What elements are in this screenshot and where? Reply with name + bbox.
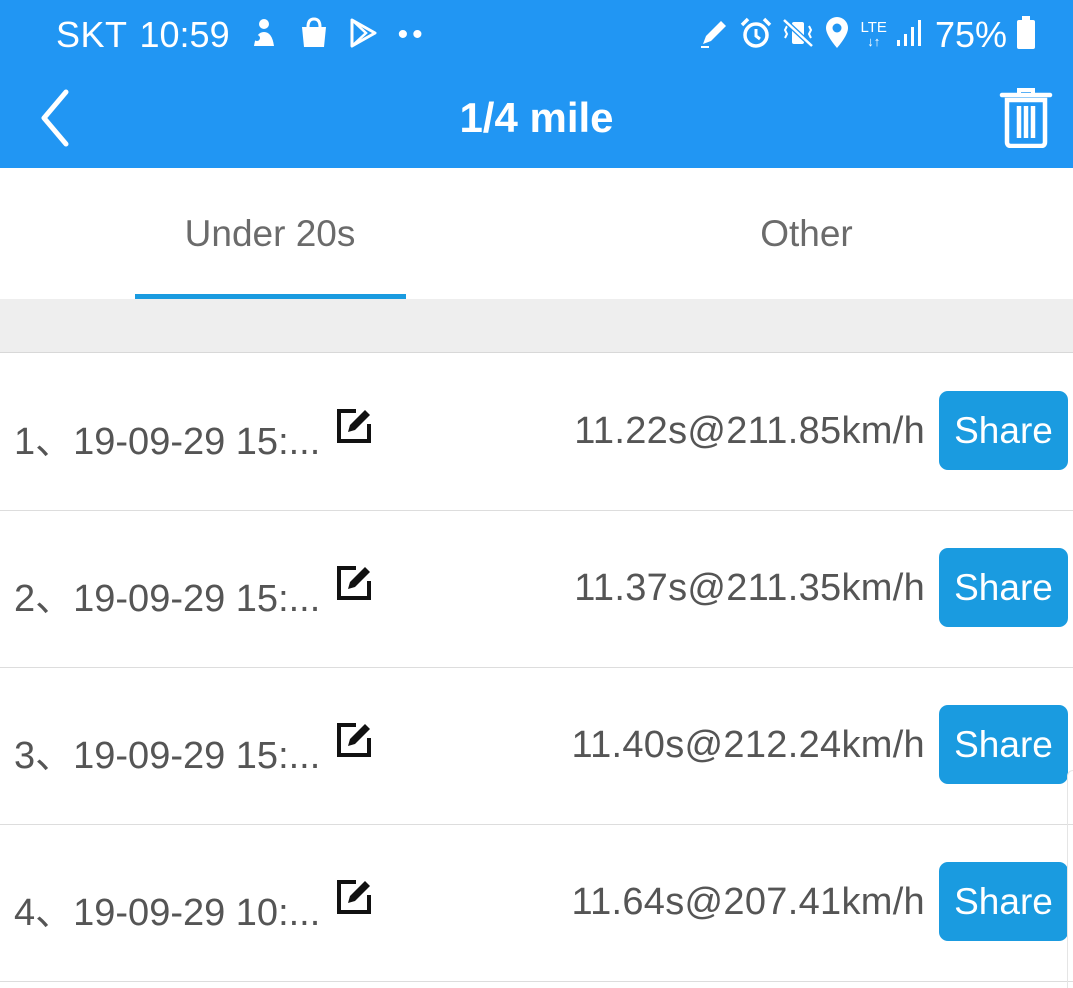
status-bar-right: LTE ↓↑ 75% [689, 12, 1037, 58]
vibrate-mute-icon [781, 16, 815, 55]
record-label: 2、19-09-29 15:... [14, 578, 321, 620]
play-store-icon [348, 17, 378, 54]
tab-other[interactable]: Other [540, 168, 1073, 299]
status-bar-left: SKT 10:59 •• [56, 12, 427, 58]
more-notifications-icon: •• [397, 18, 427, 51]
list-header-spacer [0, 299, 1073, 353]
signal-icon [895, 18, 925, 53]
edit-icon[interactable] [334, 406, 374, 446]
record-result: 11.40s@212.24km/h [571, 724, 925, 766]
tab-under-20s[interactable]: Under 20s [0, 168, 540, 299]
pen-icon [697, 16, 731, 55]
record-label: 3、19-09-29 15:... [14, 735, 321, 777]
page-title: 1/4 mile [459, 94, 614, 141]
share-button[interactable]: Share [939, 705, 1068, 784]
lte-indicator: LTE ↓↑ [861, 20, 887, 49]
tab-bar: Under 20s Other [0, 168, 1073, 299]
list-item[interactable]: 2、19-09-29 15:... 11.37s@211.35km/h Shar… [0, 511, 1073, 668]
data-arrows-icon: ↓↑ [867, 34, 881, 49]
share-button[interactable]: Share [939, 862, 1068, 941]
status-bar: SKT 10:59 •• LTE ↓↑ 75% [0, 0, 1073, 68]
edit-icon[interactable] [334, 877, 374, 917]
delete-button[interactable] [999, 86, 1053, 149]
list-item[interactable]: 3、19-09-29 15:... 11.40s@212.24km/h Shar… [0, 668, 1073, 825]
record-result: 11.37s@211.35km/h [574, 567, 925, 609]
record-result: 11.22s@211.85km/h [574, 410, 925, 452]
share-button[interactable]: Share [939, 548, 1068, 627]
record-label: 4、19-09-29 10:... [14, 892, 321, 934]
trash-icon [999, 88, 1053, 149]
records-list: 1、19-09-29 15:... 11.22s@211.85km/h Shar… [0, 354, 1073, 982]
battery-percentage: 75% [934, 14, 1007, 55]
clock: 10:59 [139, 14, 230, 55]
carrier-label: SKT [56, 14, 128, 55]
location-icon [823, 16, 851, 55]
battery-icon [1015, 15, 1037, 56]
edit-icon[interactable] [334, 720, 374, 760]
person-notification-icon [248, 16, 280, 55]
share-button[interactable]: Share [939, 391, 1068, 470]
record-label: 1、19-09-29 15:... [14, 421, 321, 463]
record-result: 11.64s@207.41km/h [571, 881, 925, 923]
list-item[interactable]: 1、19-09-29 15:... 11.22s@211.85km/h Shar… [0, 354, 1073, 511]
edit-icon[interactable] [334, 563, 374, 603]
alarm-icon [739, 16, 773, 55]
shopping-bag-icon [298, 16, 330, 55]
scroll-edge [1067, 770, 1073, 988]
list-item[interactable]: 4、19-09-29 10:... 11.64s@207.41km/h Shar… [0, 825, 1073, 982]
app-bar: 1/4 mile [0, 68, 1073, 168]
